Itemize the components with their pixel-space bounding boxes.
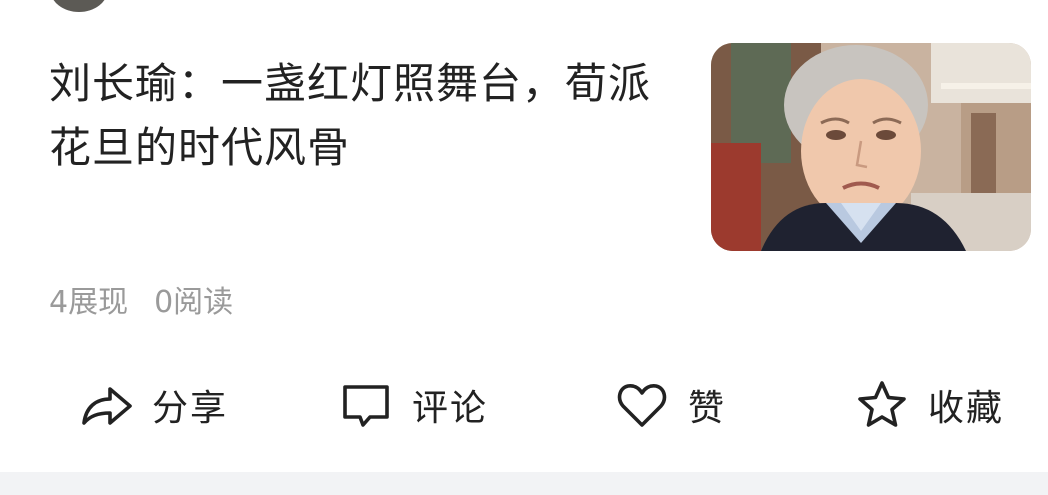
like-icon (614, 377, 670, 433)
share-icon (78, 377, 134, 433)
article-thumbnail[interactable] (711, 43, 1031, 251)
comment-label: 评论 (412, 388, 489, 429)
favorite-button[interactable]: 收藏 (854, 370, 1004, 440)
share-label: 分享 (152, 388, 229, 429)
like-label: 赞 (688, 388, 727, 429)
favorite-label: 收藏 (928, 388, 1005, 429)
like-button[interactable]: 赞 (614, 370, 726, 440)
action-bar: 分享 评论 赞 收藏 (0, 370, 1048, 440)
article-title[interactable]: 刘长瑜：一盏红灯照舞台，荀派花旦的时代风骨 (49, 52, 679, 180)
share-button[interactable]: 分享 (78, 370, 228, 440)
author-avatar[interactable] (50, 0, 108, 12)
reads-count: 0阅读 (154, 285, 234, 320)
comment-button[interactable]: 评论 (338, 370, 488, 440)
favorite-icon (854, 377, 910, 433)
impressions-count: 4展现 (49, 285, 129, 320)
comment-icon (338, 377, 394, 433)
article-stats: 4展现 0阅读 (49, 283, 233, 323)
bottom-divider (0, 472, 1048, 495)
